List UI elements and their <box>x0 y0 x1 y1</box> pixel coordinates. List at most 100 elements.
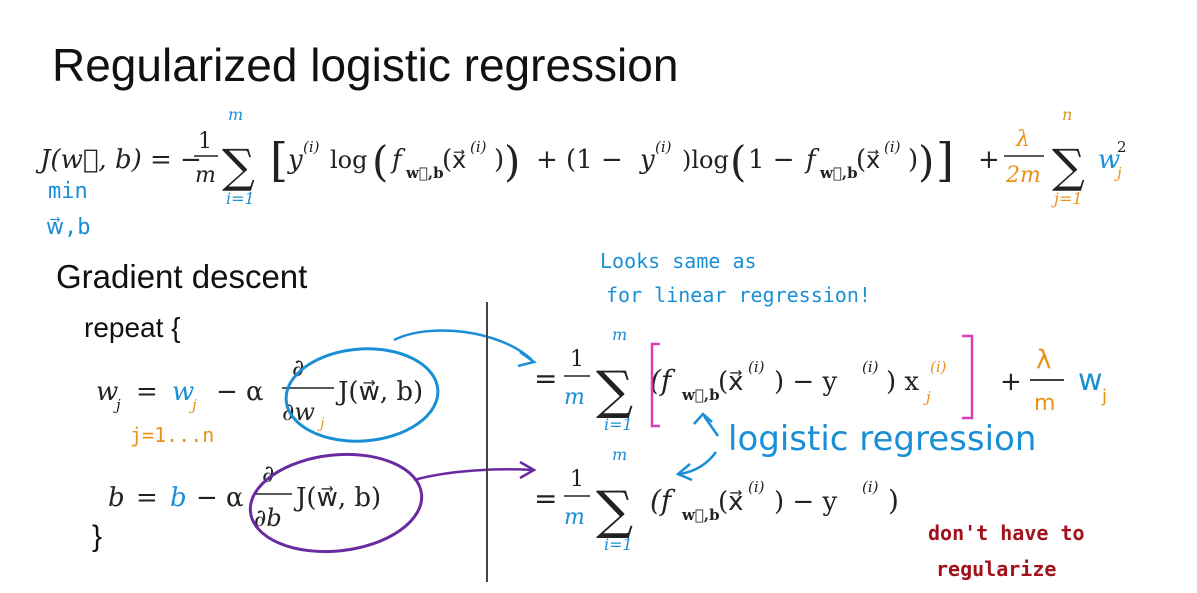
cost-function: J(w⃗, b) = − 1 m m ∑ i=1 [ y (i) log ( f… <box>35 105 1127 208</box>
b-deriv-sum-top: m <box>612 445 627 464</box>
b-deriv-sum-icon: ∑ <box>596 481 633 541</box>
cost-lambda: λ <box>1015 127 1030 152</box>
w-deriv-xj-sup: (i) <box>930 358 947 376</box>
magenta-bracket-right <box>962 334 974 420</box>
w-update-den-sub: j <box>317 416 325 432</box>
cost-paren1-close: ) <box>504 137 520 186</box>
cost-x2: x⃗ <box>866 146 880 174</box>
cost-f1-sub: w⃗,b <box>405 164 444 182</box>
w-update: w j = w j − α ∂ ∂w j J(w⃗, b) <box>96 354 423 432</box>
repeat-label: repeat { <box>84 312 181 343</box>
b-deriv-eq: = <box>534 482 557 515</box>
w-arrow <box>393 329 533 361</box>
slide: Regularized logistic regression J(w⃗, b)… <box>0 0 1197 593</box>
cost-frac-num: 1 <box>198 129 212 154</box>
b-deriv-y-sup: (i) <box>862 478 879 496</box>
logistic-arrow-up <box>702 415 720 437</box>
w-derivative: = 1 m m ∑ i=1 (f w⃗,b (x⃗ (i) ) − y (i) … <box>534 325 947 434</box>
cost-sum-top: m <box>228 105 243 124</box>
cost-y2-sup: (i) <box>655 138 672 156</box>
b-deriv-x-sup: (i) <box>748 478 765 496</box>
cost-x1-open: ( <box>442 145 452 175</box>
b-update: b = b − α ∂ ∂b J(w⃗, b) <box>108 460 381 532</box>
cost-y-sup: (i) <box>303 138 320 156</box>
cost-sum-icon: ∑ <box>222 139 255 193</box>
cost-reg-plus: + <box>978 145 1000 175</box>
w-deriv-y-sup: (i) <box>862 358 879 376</box>
cost-one-minus: 1 − <box>748 145 795 175</box>
b-update-eq: = <box>136 483 158 513</box>
b-update-J: J(w⃗, b) <box>293 483 381 513</box>
cost-paren2-close: ) <box>918 137 934 186</box>
cost-close-bracket: ] <box>936 133 954 187</box>
min-note: min w⃗,b <box>46 179 90 240</box>
cost-reg-sum-top: n <box>1062 105 1072 124</box>
w-update-eq: = <box>136 377 158 407</box>
cost-log2: )log <box>682 146 729 174</box>
w-reg-m: m <box>1034 391 1055 416</box>
w-deriv-x: (x⃗ <box>718 367 744 397</box>
b-deriv-f-sub: w⃗,b <box>681 506 720 524</box>
w-reg-lambda: λ <box>1036 345 1051 375</box>
b-derivative: = 1 m m ∑ i=1 (f w⃗,b (x⃗ (i) ) − y (i) … <box>534 445 899 554</box>
gradient-descent-heading: Gradient descent <box>56 258 308 295</box>
b-deriv-minus-y: ) − y <box>774 487 837 517</box>
w-update-J: J(w⃗, b) <box>335 377 423 407</box>
w-deriv-close-x: ) x <box>886 367 919 397</box>
cost-x1: x⃗ <box>452 146 466 174</box>
cost-2m: 2m <box>1005 163 1041 188</box>
w-deriv-frac-num: 1 <box>570 347 584 372</box>
cost-lhs: J(w⃗, b) = − <box>35 145 202 175</box>
cost-paren1: ( <box>372 137 388 186</box>
note-looks-same-2: for linear regression! <box>606 283 871 307</box>
cost-x2-open: ( <box>856 145 866 175</box>
note-dont-2: regularize <box>936 557 1056 581</box>
b-arrow <box>413 468 533 482</box>
note-dont-1: don't have to <box>928 521 1085 545</box>
w-deriv-f-sub: w⃗,b <box>681 386 720 404</box>
cost-plus1: + (1 − <box>536 145 623 175</box>
cost-frac-den: m <box>195 163 216 188</box>
b-update-minus-alpha: − α <box>196 483 244 513</box>
w-deriv-sum-bottom: i=1 <box>604 415 633 434</box>
b-deriv-close: ) <box>888 484 899 517</box>
math-canvas: J(w⃗, b) = − 1 m m ∑ i=1 [ y (i) log ( f… <box>35 105 1127 582</box>
cost-x2-close: ) <box>908 145 918 175</box>
w-update-lhs: w <box>96 377 118 407</box>
annotations: Looks same as for linear regression! log… <box>600 249 1085 581</box>
w-deriv-x-sup: (i) <box>748 358 765 376</box>
min-label: min <box>48 179 88 204</box>
cost-x2-sup: (i) <box>884 138 901 156</box>
b-update-lhs: b <box>108 483 125 513</box>
w-deriv-xj-sub: j <box>923 388 931 406</box>
cost-open-bracket: [ <box>270 133 288 187</box>
b-deriv-frac-num: 1 <box>570 467 584 492</box>
note-looks-same-1: Looks same as <box>600 249 757 273</box>
b-deriv-x: (x⃗ <box>718 487 744 517</box>
w-reg-w-sub: j <box>1101 386 1107 407</box>
w-reg-w: w <box>1078 363 1103 398</box>
w-update-w: w <box>172 377 194 407</box>
repeat-close-brace: } <box>92 520 103 553</box>
j-range-note: j=1...n <box>130 423 214 447</box>
b-update-b: b <box>170 483 187 513</box>
cost-log1: log <box>330 146 368 174</box>
w-deriv-f: (f <box>650 364 676 397</box>
w-deriv-eq: = <box>534 362 557 395</box>
w-deriv-minus-y: ) − y <box>774 367 837 397</box>
w-deriv-sum-top: m <box>612 325 627 344</box>
cost-x1-sup: (i) <box>470 138 487 156</box>
b-deriv-f: (f <box>650 484 676 517</box>
w-update-minus-alpha: − α <box>216 377 264 407</box>
cost-y2: y <box>639 145 655 175</box>
b-deriv-frac-den: m <box>564 505 585 530</box>
w-deriv-frac-den: m <box>564 385 585 410</box>
min-var: w⃗,b <box>46 215 90 240</box>
cost-paren2: ( <box>730 137 746 186</box>
cost-x1-close: ) <box>494 145 504 175</box>
note-logistic: logistic regression <box>728 419 1036 459</box>
w-reg-plus: + <box>1000 367 1022 397</box>
cost-reg-sum-icon: ∑ <box>1052 139 1085 193</box>
cost-wj-sup: 2 <box>1117 138 1127 156</box>
cost-f2-sub: w⃗,b <box>819 164 858 182</box>
